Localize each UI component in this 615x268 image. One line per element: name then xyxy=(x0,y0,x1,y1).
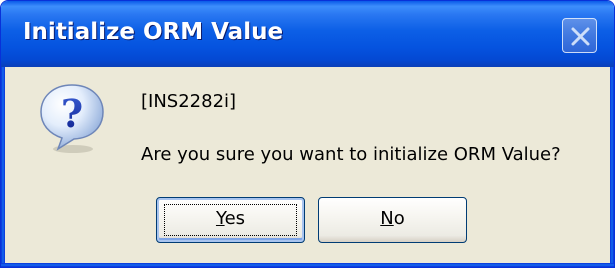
window-frame-right xyxy=(610,67,614,267)
window-title: Initialize ORM Value xyxy=(23,19,284,45)
message-text: Are you sure you want to initialize ORM … xyxy=(141,144,561,165)
yes-accelerator: Y xyxy=(215,208,225,229)
no-label-rest: o xyxy=(393,208,405,229)
no-accelerator: N xyxy=(380,208,394,229)
yes-button[interactable]: Yes xyxy=(156,197,305,243)
close-button[interactable] xyxy=(562,18,597,53)
question-icon: ? xyxy=(37,81,107,155)
no-button-label: No xyxy=(380,208,404,229)
window-frame-bottom xyxy=(1,263,614,267)
svg-text:?: ? xyxy=(61,91,83,136)
message-code: [INS2282i] xyxy=(141,91,237,112)
dialog-window: Initialize ORM Value ? [INS2282i] Are yo… xyxy=(0,0,615,268)
window-frame-left xyxy=(1,67,5,267)
close-icon xyxy=(571,27,590,46)
yes-button-label: Yes xyxy=(216,208,245,229)
yes-label-rest: es xyxy=(224,208,246,229)
title-bar[interactable]: Initialize ORM Value xyxy=(1,1,614,67)
no-button[interactable]: No xyxy=(318,197,467,243)
